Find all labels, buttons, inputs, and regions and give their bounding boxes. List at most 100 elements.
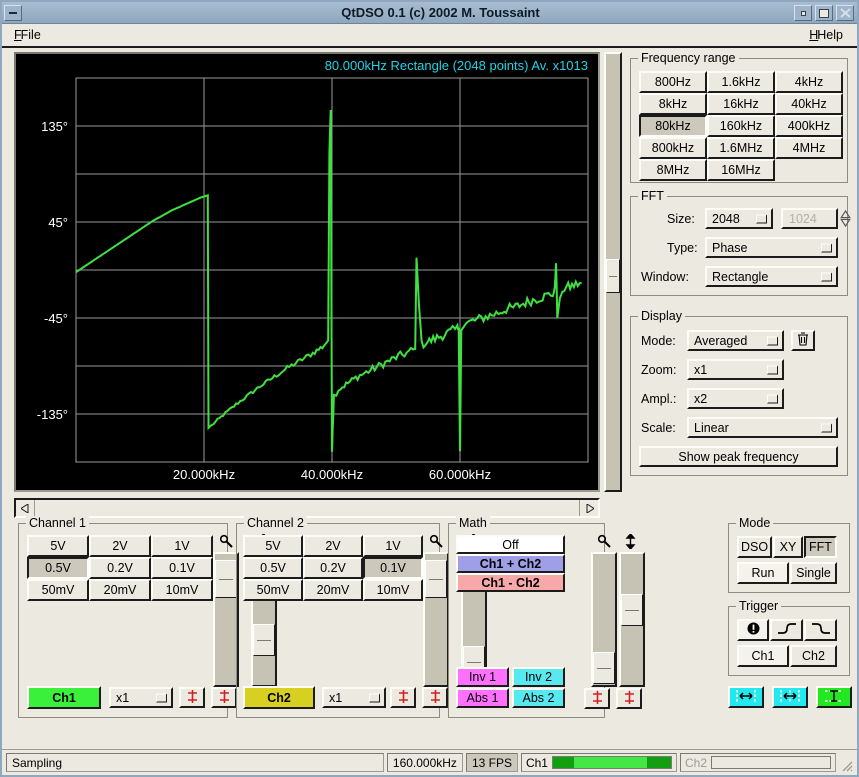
scrollbar-handle[interactable] (606, 259, 620, 293)
channel1-center-zoom-button[interactable] (179, 687, 205, 708)
channel2-range-button-0p5v[interactable]: 0.5V (243, 557, 303, 579)
trigger-ch1-button[interactable]: Ch1 (737, 645, 789, 667)
channel1-probe-combo[interactable]: x1 (109, 687, 173, 708)
channel2-range-button-50mv[interactable]: 50mV (243, 579, 303, 601)
trigger-auto-button[interactable] (737, 619, 769, 641)
frequency-range-button-400khz[interactable]: 400kHz (775, 115, 843, 137)
frequency-range-button-4mhz[interactable]: 4MHz (775, 137, 843, 159)
math-center-zoom-button[interactable] (584, 688, 610, 709)
expand-horizontal-button[interactable] (728, 686, 764, 708)
channel2-enable-button[interactable]: Ch2 (243, 686, 315, 709)
scope-horizontal-scrollbar[interactable] (14, 498, 600, 518)
channel2-zoom-slider[interactable] (423, 552, 449, 687)
slider-handle[interactable] (621, 594, 643, 626)
channel2-range-button-0p1v[interactable]: 0.1V (363, 557, 423, 579)
mode-fft-button[interactable]: FFT (804, 536, 837, 558)
resize-grip[interactable] (839, 753, 853, 772)
channel1-range-button-0p5v[interactable]: 0.5V (27, 557, 89, 579)
channel2-range-button-10mv[interactable]: 10mV (363, 579, 423, 601)
math-diff-button[interactable]: Ch1 - Ch2 (456, 573, 565, 592)
channel1-center-position-button[interactable] (211, 687, 237, 708)
math-abs1-button[interactable]: Abs 1 (456, 688, 509, 708)
frequency-range-button-160khz[interactable]: 160kHz (707, 115, 775, 137)
frequency-range-button-label: 160kHz (720, 119, 762, 133)
trigger-level-button[interactable] (816, 686, 852, 708)
fft-size-spinbox[interactable]: 1024 (781, 208, 838, 229)
math-abs2-button[interactable]: Abs 2 (512, 688, 565, 708)
channel2-center-position-button[interactable] (422, 687, 448, 708)
menu-help[interactable]: HHelp (805, 26, 847, 44)
math-zoom-slider[interactable] (591, 552, 617, 687)
restore-icon[interactable] (794, 5, 812, 21)
channel2-range-button-2v[interactable]: 2V (303, 535, 363, 557)
scope-vertical-scrollbar[interactable] (604, 52, 622, 492)
scope-canvas[interactable]: 80.000kHz Rectangle (2048 points) Av. x1… (16, 54, 598, 490)
channel2-range-button-label: 0.2V (320, 561, 346, 575)
display-mode-combo[interactable]: Averaged (687, 330, 784, 351)
math-sum-button[interactable]: Ch1 + Ch2 (456, 554, 565, 573)
channel1-enable-button[interactable]: Ch1 (27, 686, 101, 709)
frequency-range-button-80khz[interactable]: 80kHz (639, 115, 707, 137)
clear-average-button[interactable] (791, 330, 815, 351)
frequency-range-button-800hz[interactable]: 800Hz (639, 71, 707, 93)
channel2-probe-combo[interactable]: x1 (322, 687, 386, 708)
fft-window-combo[interactable]: Rectangle (705, 266, 838, 287)
close-icon[interactable] (836, 5, 854, 21)
frequency-range-button-1.6khz[interactable]: 1.6kHz (707, 71, 775, 93)
math-position-slider[interactable] (619, 552, 645, 687)
compress-horizontal-button[interactable] (772, 686, 808, 708)
frequency-range-button-16mhz[interactable]: 16MHz (707, 159, 775, 181)
mode-single-button[interactable]: Single (790, 562, 837, 584)
scope-display[interactable]: 80.000kHz Rectangle (2048 points) Av. x1… (14, 52, 600, 492)
scroll-left-icon[interactable] (16, 500, 34, 516)
frequency-range-button-1.6mhz[interactable]: 1.6MHz (707, 137, 775, 159)
display-ampl-label: Ampl.: (641, 392, 676, 406)
scroll-right-icon[interactable] (580, 500, 598, 516)
math-center-position-button[interactable] (616, 688, 642, 709)
channel1-range-button-0p1v[interactable]: 0.1V (151, 557, 213, 579)
maximize-icon[interactable] (815, 5, 833, 21)
frequency-range-button-4khz[interactable]: 4kHz (775, 71, 843, 93)
math-off-button[interactable]: Off (456, 535, 565, 554)
mode-xy-button[interactable]: XY (773, 536, 803, 558)
frequency-range-button-8khz[interactable]: 8kHz (639, 93, 707, 115)
channel1-range-button-2v[interactable]: 2V (89, 535, 151, 557)
fft-size-spin-value: 1024 (789, 212, 817, 226)
channel1-range-button-1v[interactable]: 1V (151, 535, 213, 557)
slider-handle[interactable] (425, 560, 447, 598)
channel1-range-button-5v[interactable]: 5V (27, 535, 89, 557)
channel2-range-button-20mv[interactable]: 20mV (303, 579, 363, 601)
frequency-range-button-40khz[interactable]: 40kHz (775, 93, 843, 115)
frequency-range-button-8mhz[interactable]: 8MHz (639, 159, 707, 181)
mode-run-button[interactable]: Run (737, 562, 789, 584)
trigger-rising-button[interactable] (770, 619, 803, 641)
channel2-range-button-1v[interactable]: 1V (363, 535, 423, 557)
channel1-range-button-10mv[interactable]: 10mV (151, 579, 213, 601)
menu-file[interactable]: FFile (10, 26, 45, 44)
slider-handle[interactable] (215, 560, 237, 598)
fft-type-combo[interactable]: Phase (705, 237, 838, 258)
frequency-range-button-16khz[interactable]: 16kHz (707, 93, 775, 115)
sample-rate-label: 160.000kHz (387, 753, 463, 772)
channel2-range-button-0p2v[interactable]: 0.2V (303, 557, 363, 579)
math-inv2-button[interactable]: Inv 2 (512, 667, 565, 687)
show-peak-frequency-button[interactable]: Show peak frequency (639, 446, 838, 467)
channel1-range-button-20mv[interactable]: 20mV (89, 579, 151, 601)
frequency-range-button-800khz[interactable]: 800kHz (639, 137, 707, 159)
scrollbar-track[interactable] (34, 500, 580, 516)
display-zoom-combo[interactable]: x1 (687, 359, 784, 380)
trigger-ch2-button[interactable]: Ch2 (790, 645, 837, 667)
math-inv1-button[interactable]: Inv 1 (456, 667, 509, 687)
trigger-falling-button[interactable] (804, 619, 837, 641)
channel2-range-button-5v[interactable]: 5V (243, 535, 303, 557)
channel1-range-button-0p2v[interactable]: 0.2V (89, 557, 151, 579)
minimize-icon[interactable] (4, 5, 22, 21)
display-ampl-combo[interactable]: x2 (687, 388, 784, 409)
channel1-range-button-50mv[interactable]: 50mV (27, 579, 89, 601)
channel2-center-zoom-button[interactable] (390, 687, 416, 708)
mode-dso-button[interactable]: DSO (737, 536, 772, 558)
spinner-arrows-icon[interactable] (838, 210, 852, 227)
slider-handle[interactable] (593, 652, 615, 684)
display-scale-combo[interactable]: Linear (687, 417, 838, 438)
fft-size-combo[interactable]: 2048 (705, 208, 773, 229)
